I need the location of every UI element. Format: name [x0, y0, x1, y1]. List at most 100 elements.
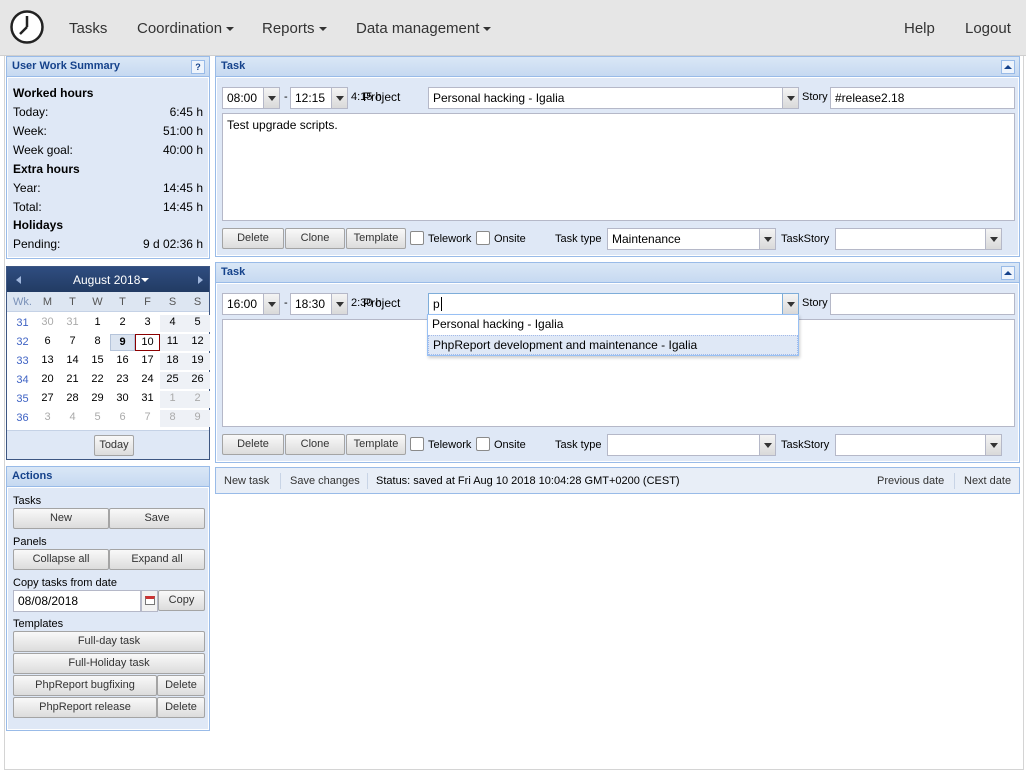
template-bugfixing-button[interactable]: PhpReport bugfixing [13, 675, 157, 696]
calendar-day[interactable]: 21 [60, 372, 85, 389]
nav-reports[interactable]: Reports [262, 20, 327, 37]
calendar-day[interactable]: 4 [60, 410, 85, 427]
calendar-day[interactable]: 9 [110, 334, 135, 351]
calendar-day[interactable]: 2 [185, 391, 210, 408]
calendar-day[interactable]: 31 [135, 391, 160, 408]
calendar-day[interactable]: 25 [160, 372, 185, 389]
copy-date-field[interactable]: 08/08/2018 [13, 590, 141, 612]
next-date-link[interactable]: Next date [964, 475, 1011, 487]
end-time-field[interactable]: 18:30 [290, 293, 333, 315]
collapse-icon[interactable] [1001, 266, 1015, 280]
copy-button[interactable]: Copy [158, 590, 205, 611]
template-task-button[interactable]: Template [346, 228, 406, 249]
task-type-dropdown-icon[interactable] [759, 434, 776, 456]
end-time-field[interactable]: 12:15 [290, 87, 333, 109]
collapse-icon[interactable] [1001, 60, 1015, 74]
calendar-day[interactable]: 22 [85, 372, 110, 389]
template-release-button[interactable]: PhpReport release [13, 697, 157, 718]
previous-month-icon[interactable] [16, 276, 21, 284]
clone-task-button[interactable]: Clone [285, 228, 345, 249]
calendar-day[interactable]: 23 [110, 372, 135, 389]
new-task-button[interactable]: New [13, 508, 109, 529]
project-field[interactable]: p [428, 293, 784, 315]
nav-tasks[interactable]: Tasks [69, 20, 107, 37]
delete-task-button[interactable]: Delete [222, 434, 284, 455]
calendar-day[interactable]: 7 [60, 334, 85, 351]
story-field[interactable]: #release2.18 [830, 87, 1015, 109]
start-time-dropdown-icon[interactable] [263, 87, 280, 109]
onsite-checkbox[interactable] [476, 437, 490, 451]
start-time-field[interactable]: 16:00 [222, 293, 265, 315]
calendar-day[interactable]: 4 [160, 315, 185, 332]
calendar-day[interactable]: 18 [160, 353, 185, 370]
telework-checkbox[interactable] [410, 437, 424, 451]
calendar-day[interactable]: 30 [110, 391, 135, 408]
calendar-day[interactable]: 3 [135, 315, 160, 332]
save-button[interactable]: Save [109, 508, 205, 529]
project-option[interactable]: Personal hacking - Igalia [428, 315, 798, 335]
calendar-day[interactable]: 26 [185, 372, 210, 389]
calendar-day[interactable]: 5 [185, 315, 210, 332]
nav-help[interactable]: Help [904, 20, 935, 37]
start-time-dropdown-icon[interactable] [263, 293, 280, 315]
calendar-day[interactable]: 24 [135, 372, 160, 389]
project-option[interactable]: PhpReport development and maintenance - … [428, 335, 798, 355]
calendar-day[interactable]: 9 [185, 410, 210, 427]
end-time-dropdown-icon[interactable] [331, 293, 348, 315]
next-month-icon[interactable] [198, 276, 203, 284]
clock-logo-icon[interactable] [10, 10, 44, 44]
nav-logout[interactable]: Logout [965, 20, 1011, 37]
calendar-day[interactable]: 19 [185, 353, 210, 370]
taskstory-dropdown-icon[interactable] [985, 434, 1002, 456]
new-task-link[interactable]: New task [224, 475, 269, 487]
calendar-day[interactable]: 6 [110, 410, 135, 427]
calendar-picker-icon[interactable] [141, 590, 158, 612]
save-changes-link[interactable]: Save changes [290, 475, 360, 487]
task-type-field[interactable] [607, 434, 761, 456]
calendar-day[interactable]: 1 [85, 315, 110, 332]
task-type-field[interactable]: Maintenance [607, 228, 761, 250]
calendar-day[interactable]: 20 [35, 372, 60, 389]
month-selector[interactable]: August 2018 [73, 273, 149, 287]
taskstory-field[interactable] [835, 434, 987, 456]
project-dropdown-icon[interactable] [782, 87, 799, 109]
nav-coordination[interactable]: Coordination [137, 20, 235, 37]
nav-data-management[interactable]: Data management [356, 20, 492, 37]
project-field[interactable]: Personal hacking - Igalia [428, 87, 784, 109]
calendar-day[interactable]: 27 [35, 391, 60, 408]
calendar-day[interactable]: 11 [160, 334, 185, 351]
full-holiday-task-button[interactable]: Full-Holiday task [13, 653, 205, 674]
delete-task-button[interactable]: Delete [222, 228, 284, 249]
story-field[interactable] [830, 293, 1015, 315]
taskstory-field[interactable] [835, 228, 987, 250]
project-dropdown-icon[interactable] [782, 293, 799, 315]
task-type-dropdown-icon[interactable] [759, 228, 776, 250]
start-time-field[interactable]: 08:00 [222, 87, 265, 109]
today-button[interactable]: Today [94, 435, 134, 456]
help-icon[interactable]: ? [191, 60, 205, 74]
calendar-day[interactable]: 1 [160, 391, 185, 408]
calendar-day[interactable]: 13 [35, 353, 60, 370]
calendar-day[interactable]: 7 [135, 410, 160, 427]
collapse-all-button[interactable]: Collapse all [13, 549, 109, 570]
clone-task-button[interactable]: Clone [285, 434, 345, 455]
calendar-day[interactable]: 3 [35, 410, 60, 427]
calendar-day[interactable]: 16 [110, 353, 135, 370]
full-day-task-button[interactable]: Full-day task [13, 631, 205, 652]
calendar-day[interactable]: 17 [135, 353, 160, 370]
telework-checkbox[interactable] [410, 231, 424, 245]
calendar-day[interactable]: 2 [110, 315, 135, 332]
calendar-day[interactable]: 10 [135, 334, 160, 351]
calendar-day[interactable]: 8 [85, 334, 110, 351]
onsite-checkbox[interactable] [476, 231, 490, 245]
template-task-button[interactable]: Template [346, 434, 406, 455]
delete-template-button[interactable]: Delete [157, 675, 205, 696]
calendar-day[interactable]: 14 [60, 353, 85, 370]
calendar-day[interactable]: 15 [85, 353, 110, 370]
calendar-day[interactable]: 12 [185, 334, 210, 351]
calendar-day[interactable]: 5 [85, 410, 110, 427]
task-description-textarea[interactable]: Test upgrade scripts. [222, 113, 1015, 221]
calendar-day[interactable]: 31 [60, 315, 85, 332]
taskstory-dropdown-icon[interactable] [985, 228, 1002, 250]
expand-all-button[interactable]: Expand all [109, 549, 205, 570]
